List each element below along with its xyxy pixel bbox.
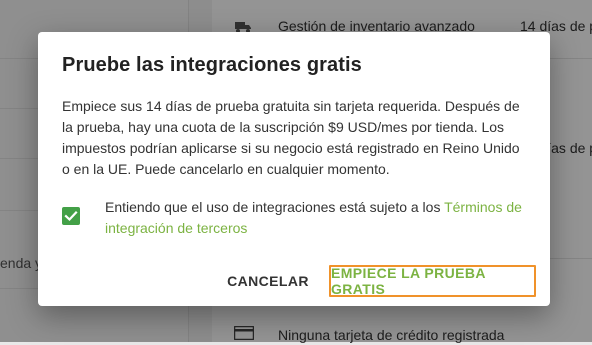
- consent-row: Entiendo que el uso de integraciones est…: [62, 197, 532, 241]
- start-free-trial-button[interactable]: EMPIECE LA PRUEBA GRATIS: [329, 265, 536, 297]
- checkmark-icon: [64, 210, 78, 222]
- consent-checkbox[interactable]: [62, 207, 80, 225]
- cancel-button[interactable]: CANCELAR: [226, 264, 310, 298]
- dialog-body-text: Empiece sus 14 días de prueba gratuita s…: [62, 98, 520, 177]
- dialog-title: Pruebe las integraciones gratis: [62, 54, 362, 76]
- trial-dialog: Pruebe las integraciones gratis Empiece …: [38, 32, 550, 306]
- consent-text: Entiendo que el uso de integraciones est…: [105, 197, 535, 239]
- consent-label: Entiendo que el uso de integraciones est…: [105, 199, 445, 215]
